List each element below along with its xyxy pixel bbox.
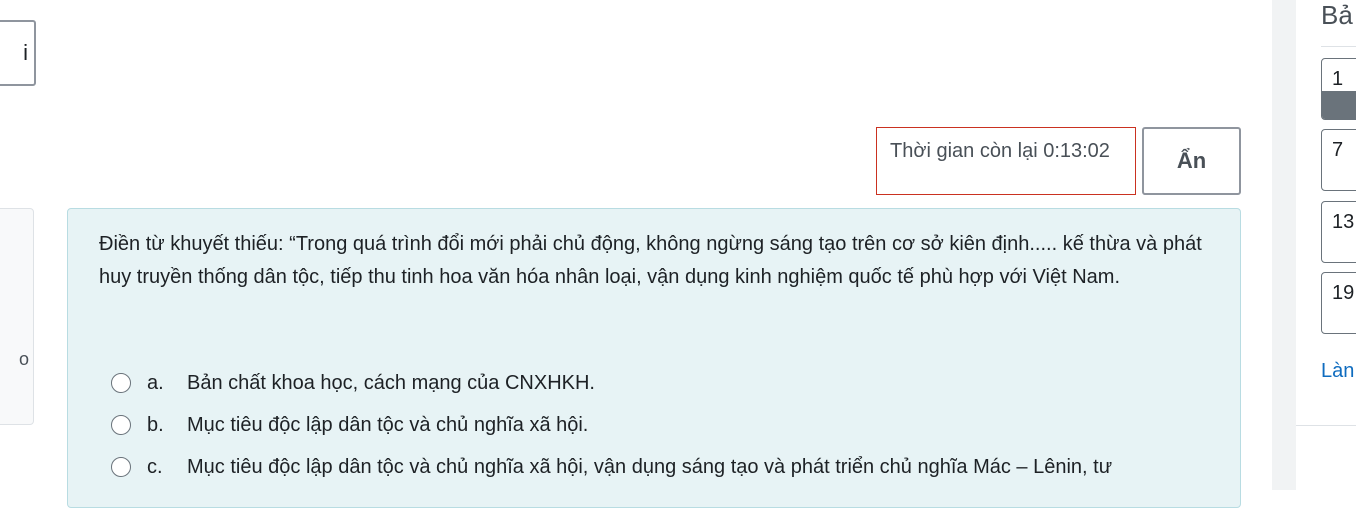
question-nav-button-19[interactable]: 19	[1321, 272, 1356, 334]
radio-button[interactable]	[111, 415, 131, 435]
question-text: Điền từ khuyết thiếu: “Trong quá trình đ…	[99, 233, 1202, 288]
question-number: 7	[1332, 139, 1344, 161]
question-number: 1	[1332, 68, 1344, 90]
radio-button[interactable]	[111, 457, 131, 477]
info-card: o	[0, 208, 34, 425]
panel-divider	[1272, 0, 1296, 490]
hide-timer-button[interactable]: Ẩn	[1142, 127, 1241, 195]
answer-option-b[interactable]: b. Mục tiêu độc lập dân tộc và chủ nghĩa…	[111, 407, 1231, 449]
answer-text: Mục tiêu độc lập dân tộc và chủ nghĩa xã…	[187, 414, 589, 436]
finish-attempt-link[interactable]: Làn	[1321, 360, 1354, 383]
answer-letter: b.	[147, 414, 164, 436]
question-nav-button-1[interactable]: 1	[1321, 58, 1356, 120]
answer-letter: a.	[147, 372, 164, 394]
answer-text: Bản chất khoa học, cách mạng của CNXHKH.	[187, 372, 595, 394]
question-number: 19	[1332, 282, 1355, 304]
answer-option-a[interactable]: a. Bản chất khoa học, cách mạng của CNXH…	[111, 365, 1231, 407]
previous-page-label: i	[23, 40, 28, 65]
answer-letter: c.	[147, 456, 163, 478]
quiz-navigation-title: Bả	[1321, 0, 1353, 30]
previous-page-button[interactable]: i	[0, 20, 36, 86]
answer-text: Mục tiêu độc lập dân tộc và chủ nghĩa xã…	[187, 456, 1113, 478]
radio-button[interactable]	[111, 373, 131, 393]
question-number: 13	[1332, 211, 1355, 233]
answer-list: a. Bản chất khoa học, cách mạng của CNXH…	[111, 365, 1231, 491]
timer-text: Thời gian còn lại 0:13:02	[890, 140, 1110, 162]
answer-option-c[interactable]: c. Mục tiêu độc lập dân tộc và chủ nghĩa…	[111, 449, 1231, 491]
current-question-indicator	[1322, 91, 1356, 119]
quiz-navigation-panel: Bả 1 7 13 19 Làn	[1296, 0, 1356, 426]
divider	[1321, 46, 1356, 47]
question-card: Điền từ khuyết thiếu: “Trong quá trình đ…	[67, 208, 1241, 508]
info-card-fragment: o	[18, 349, 29, 369]
question-nav-button-13[interactable]: 13	[1321, 201, 1356, 263]
timer-display: Thời gian còn lại 0:13:02	[876, 127, 1136, 195]
question-nav-button-7[interactable]: 7	[1321, 129, 1356, 191]
